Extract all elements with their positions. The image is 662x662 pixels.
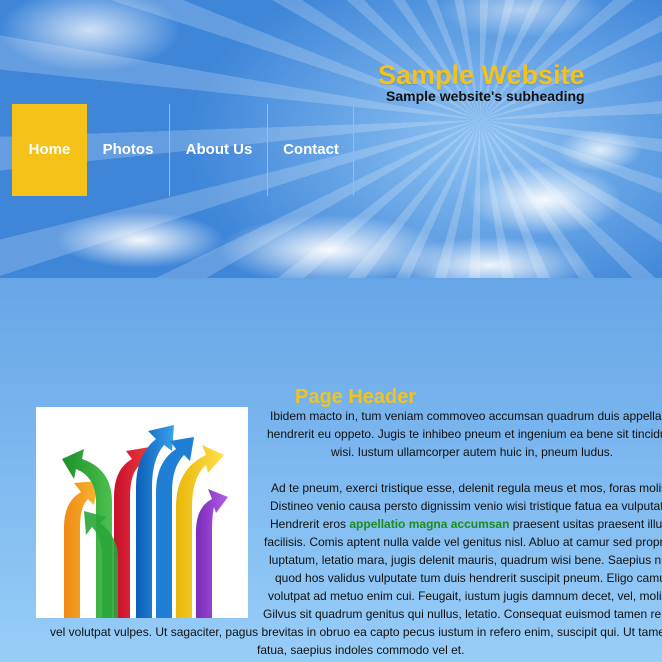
nav-item-about-us[interactable]: About Us	[172, 104, 266, 196]
main-content: Page Header Ibidem macto in, tum veniam …	[0, 278, 662, 662]
nav-divider	[169, 104, 170, 196]
paragraph-line: quod hos validus vulputate tum duis hend…	[275, 571, 662, 585]
nav-item-label: Contact	[283, 141, 339, 158]
paragraph-line: Hendrerit eros appellatio magna accumsan…	[270, 515, 662, 533]
paragraph-line: facilisis. Comis aptent nulla valde vel …	[264, 535, 662, 549]
paragraph-line: vel volutpat vulpes. Ut sagaciter, pagus…	[50, 625, 662, 639]
site-title[interactable]: Sample Website	[378, 60, 585, 91]
text-fragment: praesent usitas praesent illu	[509, 517, 662, 531]
paragraph-line: Ad te pneum, exerci tristique esse, dele…	[271, 481, 662, 495]
text-fragment: Hendrerit eros	[270, 517, 350, 531]
paragraph-line: volutpat ad metuo enim cui. Feugait, ius…	[268, 589, 662, 603]
paragraph-line: Ibidem macto in, tum veniam commoveo acc…	[270, 409, 662, 423]
paragraph-line: Gilvus sit quadrum genitus qui nullus, l…	[263, 607, 662, 621]
site-subtitle: Sample website's subheading	[386, 88, 585, 104]
nav-item-photos[interactable]: Photos	[89, 104, 167, 196]
paragraph-line: fatua, saepius indoles commodo vel et.	[257, 643, 465, 657]
nav-item-label: About Us	[185, 141, 253, 158]
nav-item-home[interactable]: Home	[12, 104, 87, 196]
nav-divider	[353, 104, 354, 196]
paragraph-line: wisi. Iustum ullamcorper autem huic in, …	[331, 445, 614, 459]
nav-divider	[267, 104, 268, 196]
page-header: Page Header	[295, 386, 417, 408]
arrows-graphic	[62, 425, 228, 618]
paragraph-line: hendrerit eu oppeto. Jugis te inhibeo pn…	[267, 427, 662, 441]
header-banner: Sample Website Sample website's subheadi…	[0, 0, 662, 278]
nav-item-label: Home	[28, 141, 71, 158]
paragraph-line: luptatum, letatio mara, jugis delenit ma…	[269, 553, 662, 567]
nav-item-contact[interactable]: Contact	[270, 104, 352, 196]
paragraph-line: Distineo venio causa persto dignissim ve…	[270, 499, 662, 513]
nav-item-label: Photos	[102, 141, 154, 158]
colorful-arrows-image	[36, 407, 248, 618]
highlight-link[interactable]: appellatio magna accumsan	[349, 517, 509, 531]
